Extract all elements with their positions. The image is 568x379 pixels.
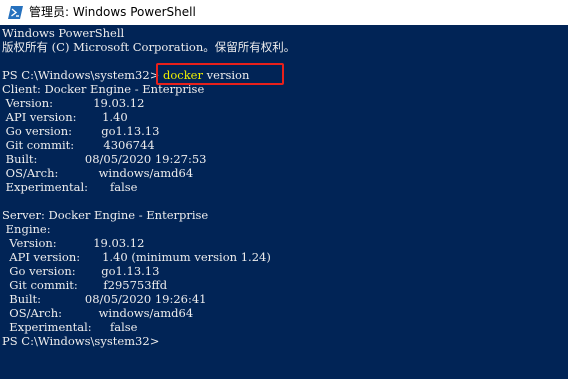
title-bar[interactable]: 管理员: Windows PowerShell: [0, 0, 568, 25]
console-line: OS/Arch: windows/amd64: [2, 166, 194, 180]
console-line: Built: 08/05/2020 19:26:41: [2, 292, 207, 306]
console-line: Experimental: false: [2, 320, 138, 334]
console-line: Engine:: [2, 222, 51, 236]
final-prompt-line: PS C:\Windows\system32>: [2, 334, 566, 348]
prompt: PS C:\Windows\system32>: [2, 68, 160, 82]
console-line: Built: 08/05/2020 19:27:53: [2, 152, 207, 166]
console-line: Version: 19.03.12: [2, 96, 145, 110]
console-line: Git commit: f295753ffd: [2, 278, 168, 292]
command-line: PS C:\Windows\system32> docker version: [2, 68, 566, 82]
console-line: Git commit: 4306744: [2, 138, 155, 152]
console-line: Version: 19.03.12: [2, 236, 145, 250]
console-line: Go version: go1.13.13: [2, 264, 160, 278]
console-line: API version: 1.40: [2, 110, 128, 124]
console-line: 版权所有 (C) Microsoft Corporation。保留所有权利。: [2, 40, 296, 54]
console-line: Windows PowerShell: [2, 26, 125, 40]
console-line: Experimental: false: [2, 180, 138, 194]
console-output[interactable]: Windows PowerShell 版权所有 (C) Microsoft Co…: [2, 26, 566, 379]
final-prompt: PS C:\Windows\system32>: [2, 334, 160, 348]
console-line: OS/Arch: windows/amd64: [2, 306, 194, 320]
console-line: Server: Docker Engine - Enterprise: [2, 208, 209, 222]
console-line: Go version: go1.13.13: [2, 124, 160, 138]
powershell-window: 管理员: Windows PowerShell Windows PowerShe…: [0, 0, 568, 379]
console-line: Client: Docker Engine - Enterprise: [2, 82, 205, 96]
console-line: API version: 1.40 (minimum version 1.24): [2, 250, 271, 264]
powershell-icon: [8, 6, 23, 19]
window-title: 管理员: Windows PowerShell: [29, 5, 196, 19]
command-highlight-box: [156, 63, 284, 85]
